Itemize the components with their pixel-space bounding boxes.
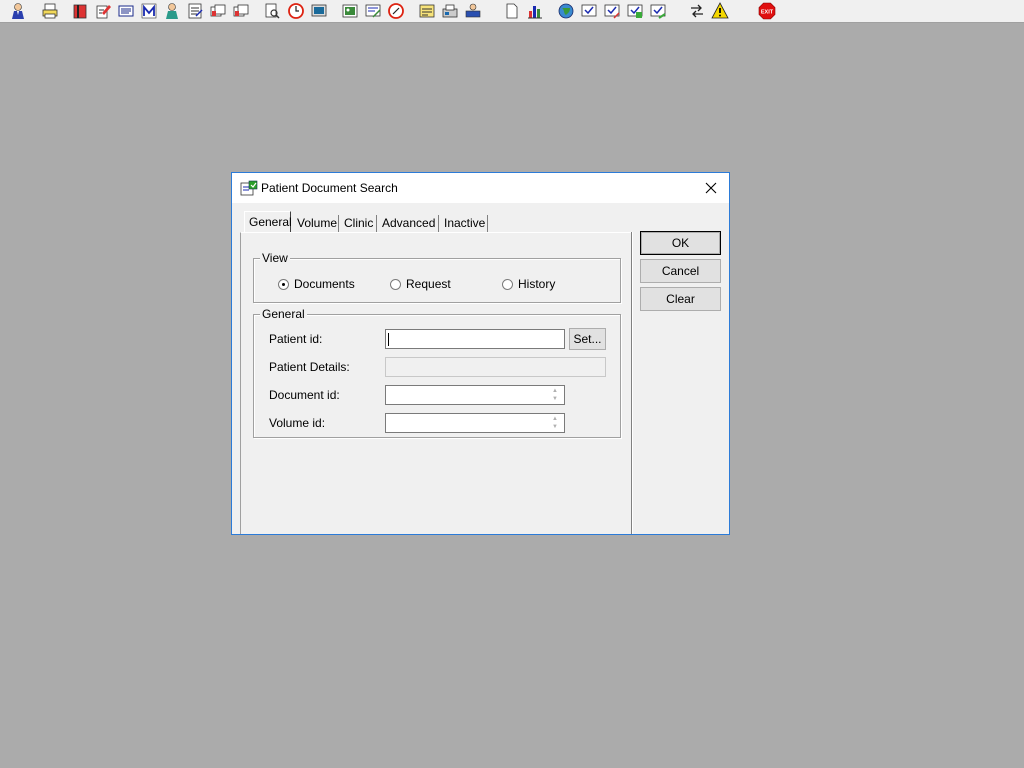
clear-button[interactable]: Clear xyxy=(640,287,721,311)
checklist-icon-2[interactable] xyxy=(602,1,622,21)
search-doc-icon[interactable] xyxy=(262,1,282,21)
radio-documents-circle[interactable] xyxy=(278,278,289,290)
svg-text:EXIT: EXIT xyxy=(761,10,774,16)
patient-details-label: Patient Details: xyxy=(269,360,350,374)
checklist-icon[interactable] xyxy=(579,1,599,21)
user-icon[interactable] xyxy=(8,1,28,21)
tab-inactive[interactable]: Inactive xyxy=(440,215,488,232)
radio-documents[interactable]: Documents xyxy=(278,277,355,291)
document-id-label: Document id: xyxy=(269,388,340,402)
close-button[interactable] xyxy=(698,176,724,200)
view-group: View Documents Request History xyxy=(253,251,621,303)
fax-icon[interactable] xyxy=(440,1,460,21)
general-group-legend: General xyxy=(260,307,307,321)
main-toolbar: EXIT xyxy=(0,0,1024,23)
monitor-icon[interactable] xyxy=(309,1,329,21)
volume-id-spinner[interactable]: ▲ ▼ xyxy=(546,414,564,432)
tab-strip: General Volume Clinic Advanced Inactive xyxy=(244,211,624,233)
volume-id-label: Volume id: xyxy=(269,416,326,430)
tab-clinic[interactable]: Clinic xyxy=(340,215,377,232)
document-id-spinner[interactable]: ▲ ▼ xyxy=(546,386,564,404)
m-letter-icon[interactable] xyxy=(139,1,159,21)
radio-history[interactable]: History xyxy=(502,277,555,291)
clock-edit-icon[interactable] xyxy=(386,1,406,21)
exit-icon[interactable]: EXIT xyxy=(757,1,777,21)
text-caret xyxy=(388,333,389,346)
radio-request[interactable]: Request xyxy=(390,277,451,291)
radio-history-label: History xyxy=(518,277,556,291)
radio-request-label: Request xyxy=(406,277,451,291)
ok-button[interactable]: OK xyxy=(640,231,721,255)
book-icon[interactable] xyxy=(70,1,90,21)
dialog-title: Patient Document Search xyxy=(261,181,398,195)
patient-document-icon xyxy=(240,180,258,196)
picture-icon[interactable] xyxy=(340,1,360,21)
dialog-titlebar[interactable]: Patient Document Search xyxy=(232,173,729,203)
transfer-icon[interactable] xyxy=(687,1,707,21)
document-id-input[interactable]: ▲ ▼ xyxy=(385,385,565,405)
clock-icon[interactable] xyxy=(286,1,306,21)
notepad-icon[interactable] xyxy=(185,1,205,21)
view-group-legend: View xyxy=(260,251,290,265)
scanner-icon[interactable] xyxy=(116,1,136,21)
tab-advanced[interactable]: Advanced xyxy=(378,215,439,232)
set-patient-button[interactable]: Set... xyxy=(569,328,606,350)
radio-history-circle[interactable] xyxy=(502,278,513,290)
bar-chart-icon[interactable] xyxy=(525,1,545,21)
patient-id-label: Patient id: xyxy=(269,332,323,346)
tab-volume[interactable]: Volume xyxy=(293,215,339,232)
tab-general[interactable]: General xyxy=(244,211,292,233)
printer-icon[interactable] xyxy=(40,1,60,21)
edit-form-icon[interactable] xyxy=(93,1,113,21)
chart-stack-icon-2[interactable] xyxy=(231,1,251,21)
checklist-green-icon[interactable] xyxy=(625,1,645,21)
patient-details-field xyxy=(385,357,606,377)
doctor-icon[interactable] xyxy=(162,1,182,21)
cancel-button[interactable]: Cancel xyxy=(640,259,721,283)
tab-panel-general: View Documents Request History General P… xyxy=(240,232,631,534)
chart-stack-icon[interactable] xyxy=(208,1,228,21)
globe-icon[interactable] xyxy=(556,1,576,21)
radio-request-circle[interactable] xyxy=(390,278,401,290)
radio-documents-label: Documents xyxy=(294,277,355,291)
screen-edit-icon[interactable] xyxy=(363,1,383,21)
blank-page-icon[interactable] xyxy=(502,1,522,21)
button-column-separator xyxy=(631,232,633,534)
checklist-arrow-icon[interactable] xyxy=(648,1,668,21)
warning-icon[interactable] xyxy=(710,1,730,21)
patient-document-search-dialog: Patient Document Search General Volume C… xyxy=(231,172,730,535)
general-group: General Patient id: Set... Patient Detai… xyxy=(253,307,621,438)
close-icon xyxy=(705,182,717,194)
patient-id-input[interactable] xyxy=(385,329,565,349)
print-user-icon[interactable] xyxy=(463,1,483,21)
volume-id-input[interactable]: ▲ ▼ xyxy=(385,413,565,433)
note-icon[interactable] xyxy=(417,1,437,21)
